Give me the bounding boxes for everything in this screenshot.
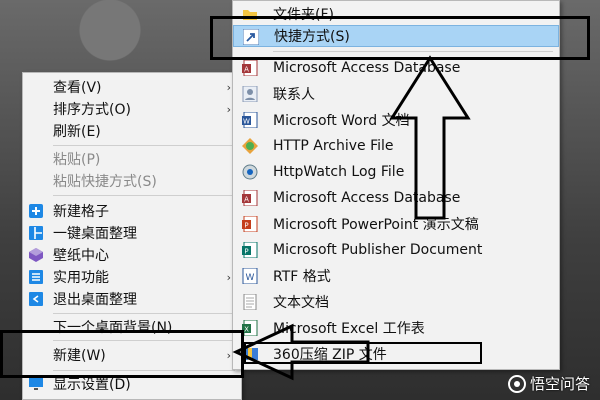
watermark-text: 悟空问答 (529, 375, 590, 393)
annotation-arrow-left (232, 323, 370, 381)
annotation-arrow-up (389, 55, 471, 220)
annotation-arrows (232, 55, 471, 381)
watermark: 悟空问答 (507, 373, 590, 394)
wukong-logo-icon (507, 374, 526, 393)
